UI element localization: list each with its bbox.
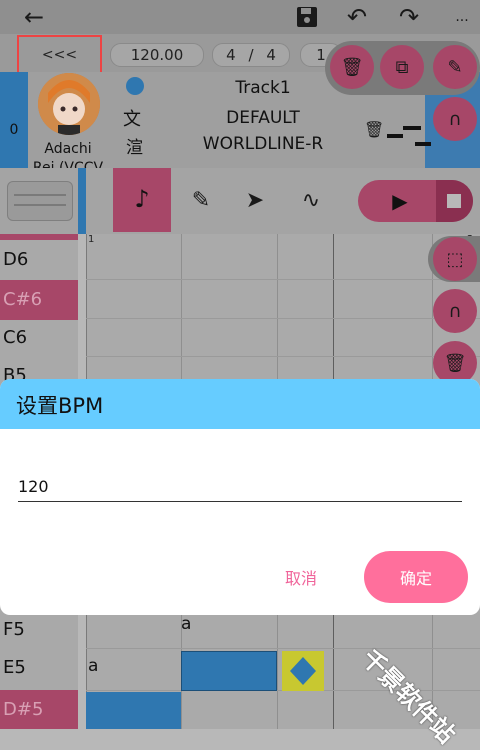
note-pitch-point[interactable] xyxy=(282,651,324,691)
more-menu-icon[interactable]: ... xyxy=(448,3,476,31)
note-block[interactable] xyxy=(86,692,181,729)
confirm-button[interactable]: 确定 xyxy=(364,551,468,603)
grid-line xyxy=(86,279,480,280)
note-block[interactable] xyxy=(181,651,277,691)
phonemizer-label[interactable]: DEFAULT xyxy=(200,108,326,128)
select-box-icon[interactable]: ⬚ xyxy=(433,237,477,281)
edit-icon[interactable]: ✎ xyxy=(433,45,477,89)
delete-track-icon[interactable]: 🗑 xyxy=(364,120,384,139)
renderer-label[interactable]: WORLDLINE-R xyxy=(196,134,330,154)
pitch-curve-tool-icon[interactable]: ∿ xyxy=(296,186,326,216)
beat-denominator: 4 xyxy=(266,46,276,64)
note-tool[interactable]: ♪ xyxy=(113,168,171,232)
pencil-tool-icon[interactable]: ✎ xyxy=(186,186,216,216)
note-lyric: a xyxy=(181,614,192,634)
singer-name-line1: Adachi xyxy=(44,141,92,157)
cancel-button[interactable]: 取消 xyxy=(272,563,330,593)
track-color-dot[interactable] xyxy=(126,77,144,95)
save-icon[interactable] xyxy=(293,3,321,31)
time-signature[interactable]: 4 / 4 xyxy=(212,43,290,67)
beat-separator: / xyxy=(248,46,254,64)
renderer-icon[interactable]: 渲 xyxy=(126,133,143,158)
snap-magnet-icon[interactable]: ∩ xyxy=(433,289,477,333)
piano-key[interactable]: D#5 xyxy=(0,690,78,729)
dialog-title: 设置BPM xyxy=(16,394,104,418)
piano-key[interactable]: C6 xyxy=(0,318,78,358)
singer-name-line2: Rei (VCCV xyxy=(32,160,104,168)
music-note-icon: ♪ xyxy=(134,185,150,213)
copy-track-icon[interactable]: ⧉ xyxy=(380,45,424,89)
dialog-header: 设置BPM xyxy=(0,379,480,429)
grid-line xyxy=(86,318,480,319)
playback-controls: ▶ xyxy=(358,180,473,222)
track-index: 0 xyxy=(0,72,28,168)
piano-key[interactable]: D6 xyxy=(0,240,78,280)
delete-icon[interactable]: 🗑 xyxy=(330,45,374,89)
track-name[interactable]: Track1 xyxy=(200,78,326,98)
piano-key[interactable]: F5 xyxy=(0,610,78,650)
piano-key[interactable]: C#6 xyxy=(0,280,78,320)
beat-numerator: 4 xyxy=(226,46,236,64)
app-bar: ← ↶ ↷ ... xyxy=(0,0,480,34)
bar-number: 1 xyxy=(88,234,95,245)
singer-avatar[interactable] xyxy=(38,73,100,135)
back-arrow-icon[interactable]: ← xyxy=(20,3,48,31)
stop-icon xyxy=(447,194,461,208)
pointer-tool-icon[interactable]: ➤ xyxy=(240,186,270,216)
piano-key[interactable]: E5 xyxy=(0,648,78,688)
undo-icon[interactable]: ↶ xyxy=(343,3,371,31)
bpm-input[interactable] xyxy=(18,471,462,502)
bpm-display[interactable]: 120.00 xyxy=(110,43,204,67)
set-bpm-dialog: 设置BPM 取消 确定 xyxy=(0,379,480,615)
collapse-panel-button[interactable] xyxy=(7,181,73,221)
track-color-strip xyxy=(78,168,86,234)
grid-line xyxy=(86,648,480,649)
grid-line xyxy=(86,356,480,357)
magnet-icon[interactable]: ∩ xyxy=(433,97,477,141)
play-icon[interactable]: ▶ xyxy=(388,189,412,213)
note-lyric: a xyxy=(88,656,99,676)
phonemizer-icon[interactable]: 文 xyxy=(123,105,141,131)
redo-icon[interactable]: ↷ xyxy=(395,3,423,31)
